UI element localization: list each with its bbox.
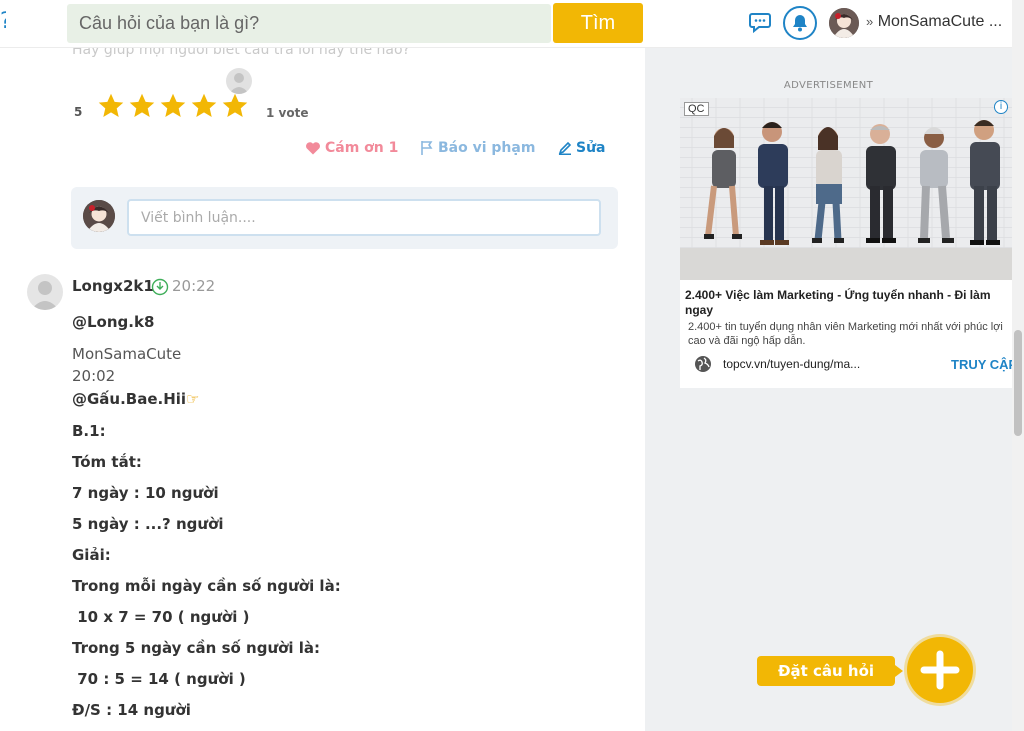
messages-icon[interactable]	[745, 6, 779, 40]
info-icon[interactable]: i	[994, 100, 1008, 114]
report-button[interactable]: Báo vi phạm	[420, 140, 535, 156]
heart-icon	[306, 142, 320, 155]
answerer-avatar[interactable]	[27, 274, 63, 310]
answer-line: Đ/S : 14 người	[72, 701, 191, 719]
commenter-avatar	[83, 200, 115, 232]
quoted-time: 20:02	[72, 367, 116, 385]
ad-label: ADVERTISEMENT	[783, 80, 874, 91]
answer-line: Trong 5 ngày cần số người là:	[72, 639, 321, 657]
ad-title[interactable]: 2.400+ Việc làm Marketing - Ứng tuyển nh…	[685, 288, 1012, 318]
pencil-icon	[558, 141, 572, 155]
search-input[interactable]	[67, 4, 551, 43]
plus-icon	[920, 650, 960, 690]
answer-line: 70 : 5 = 14 ( người )	[72, 670, 246, 688]
comment-input[interactable]	[127, 199, 601, 236]
search-button[interactable]: Tìm	[553, 3, 643, 43]
answer-line: Tóm tắt:	[72, 453, 142, 471]
answer-line: Trong mỗi ngày cần số người là:	[72, 577, 341, 595]
rating-value: 5	[74, 105, 83, 119]
thank-button[interactable]: Cám ơn 1	[305, 140, 398, 156]
answer-timestamp: 20:22	[172, 277, 216, 295]
globe-icon	[695, 356, 711, 372]
flag-icon	[421, 141, 433, 155]
user-name-label: MonSamaCute ...	[877, 13, 1003, 30]
star-icon[interactable]	[128, 92, 156, 120]
star-icon[interactable]	[190, 92, 218, 120]
star-icon[interactable]	[97, 92, 125, 120]
answer-line: 7 ngày : 10 người	[72, 484, 219, 502]
logo-fragment[interactable]: ?	[0, 8, 6, 36]
ad-description: 2.400+ tin tuyển dụng nhân viên Marketin…	[688, 321, 1003, 347]
ad-url[interactable]: topcv.vn/tuyen-dung/ma...	[723, 357, 860, 371]
answer-line: B.1:	[72, 422, 106, 440]
comment-box	[71, 187, 618, 249]
scrollbar-thumb[interactable]	[1014, 330, 1022, 436]
right-sidebar: ADVERTISEMENT QC i 2.400+ Việc làm Marke…	[645, 48, 1012, 731]
answer-line: Giải:	[72, 546, 111, 564]
answer-line: 10 x 7 = 70 ( người )	[72, 608, 250, 626]
star-icon[interactable]	[221, 92, 249, 120]
report-label: Báo vi phạm	[438, 140, 536, 156]
notification-bell-icon[interactable]	[783, 6, 817, 40]
quoted-user: MonSamaCute	[72, 345, 182, 363]
people-photo	[680, 98, 1012, 280]
user-avatar[interactable]	[829, 8, 859, 38]
top-header: ? Tìm » MonSamaCute ...	[0, 0, 1012, 48]
ask-question-button[interactable]	[907, 637, 973, 703]
ad-card[interactable]: QC i 2.400+ Việc làm Marketing - Ứng tuy…	[680, 98, 1012, 388]
voter-avatar	[226, 68, 252, 94]
page-scrollbar[interactable]	[1012, 0, 1024, 731]
ad-image[interactable]: QC i	[680, 98, 1012, 280]
vote-count: 1 vote	[266, 106, 309, 120]
answer-line: 5 ngày : ...? người	[72, 515, 224, 533]
star-rating[interactable]	[97, 92, 249, 120]
edit-button[interactable]: Sửa	[558, 140, 606, 156]
mention-text: @Gấu.Bae.Hii	[72, 390, 187, 408]
pointing-hand-icon: ☞	[186, 390, 200, 408]
chevron-down-icon: »	[866, 14, 874, 29]
mention-line: @Gấu.Bae.Hii☞	[72, 390, 200, 408]
edit-label: Sửa	[576, 140, 606, 156]
online-status-icon	[151, 278, 169, 296]
search-box	[67, 4, 551, 43]
ad-badge: QC	[684, 102, 709, 116]
answer-username[interactable]: Longx2k1	[72, 277, 154, 295]
main-content: Hãy giúp mọi người biết câu trả lời này …	[0, 42, 645, 731]
mention-line: @Long.k8	[72, 313, 155, 331]
ad-cta-button[interactable]: TRUY CẬP	[951, 357, 1012, 372]
thank-label: Cám ơn 1	[325, 140, 399, 156]
user-menu[interactable]: » MonSamaCute ...	[866, 13, 1002, 31]
ask-question-label[interactable]: Đặt câu hỏi	[757, 656, 903, 686]
star-icon[interactable]	[159, 92, 187, 120]
